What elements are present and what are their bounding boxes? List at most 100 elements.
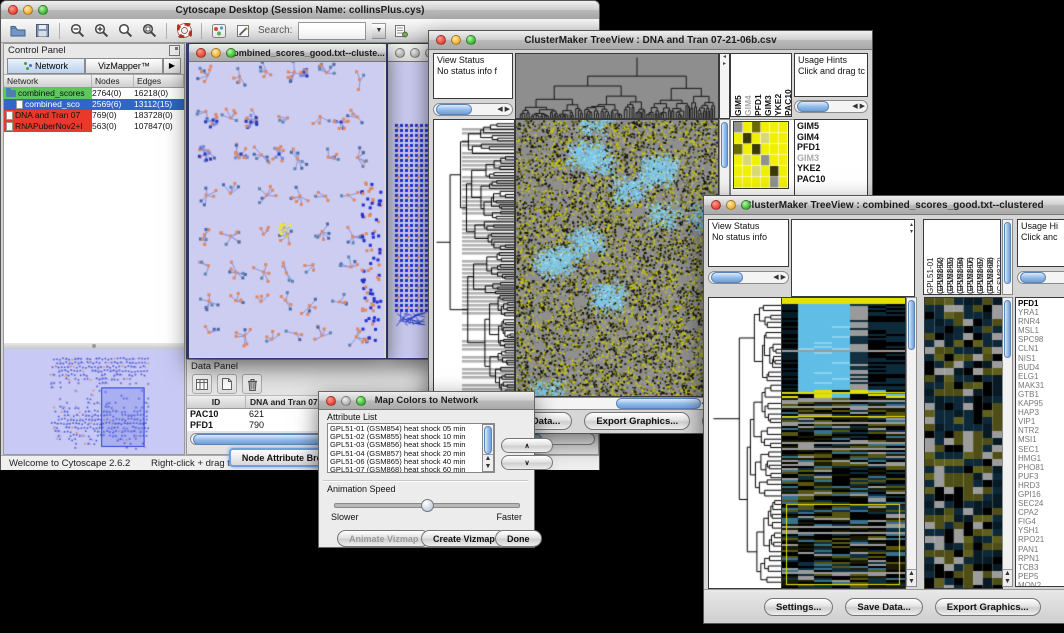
zoom-fit-icon[interactable]	[140, 22, 158, 40]
column-label[interactable]: GIM5	[733, 54, 743, 116]
gene-label[interactable]: HRD3	[1018, 481, 1064, 490]
move-up-button[interactable]: ∧	[501, 438, 553, 453]
zoom-in-icon[interactable]	[92, 22, 110, 40]
animation-speed-slider[interactable]	[334, 503, 520, 508]
gene-label[interactable]: GIM4	[797, 132, 865, 143]
zoom-selected-icon[interactable]	[116, 22, 134, 40]
export-graphics-button[interactable]: Export Graphics...	[935, 598, 1041, 616]
gene-label[interactable]: MSI1	[1018, 435, 1064, 444]
gene-label[interactable]: CLN1	[1018, 344, 1064, 353]
network-overview-minimap[interactable]	[4, 349, 184, 454]
zoom-button[interactable]	[38, 5, 48, 15]
column-label[interactable]: PFD1	[753, 54, 763, 116]
main-heatmap[interactable]	[781, 297, 906, 589]
gene-label[interactable]: FIG4	[1018, 517, 1064, 526]
gene-label[interactable]: KAP95	[1018, 399, 1064, 408]
gene-label[interactable]: MON2	[1018, 581, 1064, 587]
scrollbar-thumb[interactable]	[908, 300, 915, 350]
gene-label[interactable]: PAN1	[1018, 545, 1064, 554]
open-session-icon[interactable]	[9, 22, 27, 40]
select-attributes-icon[interactable]	[192, 374, 212, 394]
close-button[interactable]	[196, 48, 206, 58]
gene-label[interactable]: NTR2	[1018, 426, 1064, 435]
column-label[interactable]: GIM4	[743, 54, 753, 116]
save-session-icon[interactable]	[33, 22, 51, 40]
gene-label[interactable]: MAK31	[1018, 381, 1064, 390]
gene-label[interactable]: PFD1	[797, 142, 865, 153]
delete-attribute-trash-icon[interactable]	[242, 374, 262, 394]
close-button[interactable]	[436, 35, 446, 45]
heatmap-vscrollbar[interactable]: ▲▼	[906, 297, 917, 587]
gene-label[interactable]: PEP5	[1018, 572, 1064, 581]
main-titlebar[interactable]: Cytoscape Desktop (Session Name: collins…	[1, 1, 599, 20]
minimize-button[interactable]	[451, 35, 461, 45]
scrollbar-thumb[interactable]	[616, 398, 701, 409]
minimize-button[interactable]	[726, 200, 736, 210]
gene-label[interactable]: PFD1	[1018, 299, 1064, 308]
gene-label[interactable]: YRA1	[1018, 308, 1064, 317]
column-label[interactable]: PAC10	[783, 54, 792, 116]
scrollbar-thumb[interactable]	[1004, 300, 1011, 358]
scrollbar-thumb[interactable]	[797, 101, 829, 112]
attribute-list-item[interactable]: GPL51-07 (GSM868) heat shock 60 min	[330, 466, 492, 473]
zoom-button[interactable]	[226, 48, 236, 58]
minimize-button[interactable]	[341, 396, 351, 406]
column-label[interactable]: YKE2	[773, 54, 783, 116]
array-label[interactable]: GPL51-08 (GSM872)	[986, 220, 996, 294]
close-button[interactable]	[8, 5, 18, 15]
zoom-out-icon[interactable]	[68, 22, 86, 40]
network-table-row[interactable]: combined_sco 2569(6) 13112(15)	[4, 99, 184, 110]
tab-overflow-arrow[interactable]: ▶	[163, 58, 181, 74]
gene-label[interactable]: SPC98	[1018, 335, 1064, 344]
scrollbar-thumb[interactable]	[436, 104, 472, 115]
gene-label[interactable]: YSH1	[1018, 526, 1064, 535]
usage-hints-hscrollbar[interactable]: ◀▶	[794, 100, 868, 113]
settings-button[interactable]: Settings...	[764, 598, 833, 616]
close-button[interactable]	[711, 200, 721, 210]
gene-label[interactable]: BUD4	[1018, 363, 1064, 372]
gene-label[interactable]: RPO21	[1018, 535, 1064, 544]
network-table-row[interactable]: RNAPuberNov2+I 563(0) 107847(0)	[4, 121, 184, 132]
zoom-button[interactable]	[741, 200, 751, 210]
treeview1-titlebar[interactable]: ClusterMaker TreeView : DNA and Tran 07-…	[429, 31, 872, 50]
zoom-button[interactable]	[466, 35, 476, 45]
annotation-icon[interactable]	[234, 22, 252, 40]
scrollbar-thumb[interactable]	[1020, 272, 1046, 283]
scrollbar-thumb[interactable]	[711, 272, 743, 283]
gene-label[interactable]: MSL1	[1018, 326, 1064, 335]
zoomed-matrix[interactable]	[733, 121, 789, 189]
export-graphics-button[interactable]: Export Graphics...	[584, 412, 690, 430]
view-status-hscrollbar[interactable]: ◀▶	[433, 103, 513, 116]
column-dendrogram-area[interactable]: ▴▾	[791, 219, 915, 297]
network-table-row[interactable]: DNA and Tran 07 769(0) 183728(0)	[4, 110, 184, 121]
gene-label[interactable]: TCB3	[1018, 563, 1064, 572]
minimize-button[interactable]	[410, 48, 420, 58]
slider-thumb[interactable]	[421, 499, 434, 512]
gene-label[interactable]: GIM3	[797, 153, 865, 164]
global-heatmap[interactable]	[924, 297, 1003, 589]
scrollbar-arrows[interactable]: ▲▼	[483, 454, 493, 471]
gene-label[interactable]: PHO81	[1018, 463, 1064, 472]
network-graph-canvas[interactable]	[189, 62, 384, 357]
view-status-hscrollbar[interactable]: ◀▶	[708, 271, 789, 284]
zoom-button[interactable]	[356, 396, 366, 406]
scrollbar-thumb[interactable]	[721, 122, 728, 168]
array-label[interactable]: GPL51-07 (GSM868)	[976, 220, 986, 294]
row-dendrogram[interactable]	[708, 297, 782, 589]
gene-label[interactable]: CPA2	[1018, 508, 1064, 517]
gene-label[interactable]: SEC1	[1018, 445, 1064, 454]
gene-label[interactable]: SEC24	[1018, 499, 1064, 508]
dialog-titlebar[interactable]: Map Colors to Network	[319, 392, 534, 410]
network-from-table-icon[interactable]	[392, 22, 410, 40]
dense-network-canvas[interactable]	[388, 62, 432, 357]
float-panel-icon[interactable]	[169, 45, 180, 56]
create-vizmap-button[interactable]: Create Vizmap	[421, 530, 507, 547]
gene-label[interactable]: VIP1	[1018, 417, 1064, 426]
gene-label[interactable]: RPN1	[1018, 554, 1064, 563]
gene-label[interactable]: HAP3	[1018, 408, 1064, 417]
done-button[interactable]: Done	[495, 530, 542, 547]
labels-vscrollbar[interactable]	[1002, 219, 1013, 295]
search-input[interactable]	[298, 22, 366, 40]
gene-label[interactable]: GIM5	[797, 121, 865, 132]
treeview2-titlebar[interactable]: ClusterMaker TreeView : combined_scores_…	[704, 196, 1064, 215]
